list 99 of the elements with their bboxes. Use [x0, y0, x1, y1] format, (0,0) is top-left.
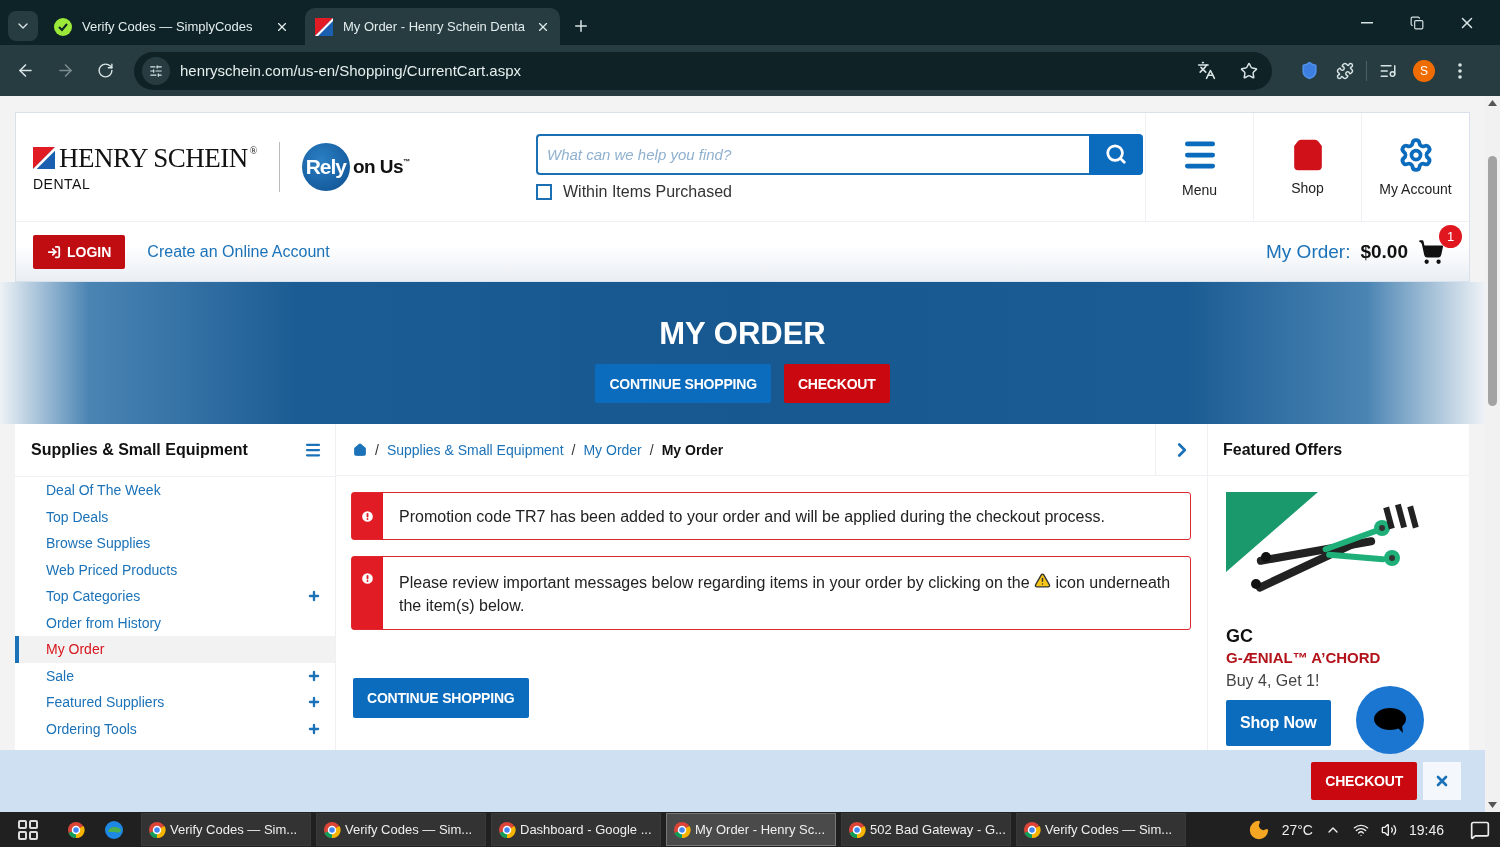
site-settings-button[interactable] — [142, 56, 170, 85]
taskbar-item[interactable]: Dashboard - Google ... — [491, 813, 661, 846]
slogan-badge: Rely — [301, 143, 350, 191]
checkbox[interactable] — [536, 183, 552, 200]
banner-button[interactable]: CONTINUE SHOPPING — [595, 364, 771, 403]
breadcrumb-separator: / — [375, 441, 379, 458]
sidebar-item[interactable]: Browse Supplies — [15, 530, 335, 557]
translate-icon[interactable] — [1197, 61, 1216, 80]
edge-icon[interactable] — [104, 819, 124, 840]
offers-title: Featured Offers — [1208, 424, 1469, 476]
sidebar-item[interactable]: Top Deals — [15, 503, 335, 530]
taskbar-item[interactable]: Verify Codes — Sim... — [316, 813, 486, 846]
offer-product: G-ÆNIAL™ A’CHORD — [1226, 649, 1382, 666]
alert-text: Promotion code TR7 has been added to your order and will be applied during the checkout process. — [398, 506, 1106, 527]
breadcrumb-current: My Order — [661, 441, 724, 458]
cart-icon[interactable] — [1418, 238, 1444, 265]
sidebar-item[interactable]: Sale — [15, 662, 335, 689]
alert-text: Please review important messages below regarding items in your order by clicking on the icon underneath the item(s) below. — [398, 571, 1172, 616]
browser-icon — [848, 820, 866, 839]
alert-icon — [360, 571, 375, 586]
order-label: My Order: — [1266, 240, 1351, 263]
login-icon — [47, 244, 61, 259]
sidebar-item[interactable]: Order from History — [15, 609, 335, 636]
shop-now-button[interactable]: Shop Now — [1226, 700, 1331, 746]
clock: 19:46 — [1408, 821, 1444, 838]
create-account-link[interactable]: Create an Online Account — [147, 242, 330, 261]
alert-icon — [360, 508, 375, 524]
breadcrumb-separator: / — [571, 441, 576, 458]
address-bar[interactable]: henryschein.com/us-en/Shopping/CurrentCart.aspx — [134, 51, 1272, 90]
expand-icon[interactable] — [307, 668, 321, 683]
sliders-icon — [149, 63, 163, 78]
taskbar-item[interactable]: 502 Bad Gateway - G... — [841, 813, 1011, 846]
warning-icon — [1034, 572, 1051, 589]
banner-button[interactable]: CHECKOUT — [783, 364, 890, 403]
checkbox-label: Within Items Purchased — [563, 182, 732, 201]
plus-icon — [572, 17, 590, 35]
registered-mark: ® — [249, 144, 257, 156]
volume-icon[interactable] — [1380, 821, 1397, 838]
start-icon[interactable] — [16, 817, 40, 842]
favicon-icon — [54, 17, 72, 36]
offer-brand: GC — [1226, 626, 1254, 647]
favicon-icon — [315, 17, 333, 36]
browser-icon — [673, 820, 691, 839]
menu-icon[interactable] — [304, 441, 322, 459]
sidebar-item[interactable]: My Order — [15, 636, 335, 663]
order-total: $0.00 — [1360, 240, 1408, 263]
bookmark-star-icon[interactable] — [1240, 61, 1258, 80]
notifications-icon[interactable] — [1470, 819, 1490, 840]
search-icon — [1105, 143, 1127, 165]
search-field[interactable]: What can we help you find? — [536, 133, 1089, 175]
breadcrumb-link[interactable]: My Order — [583, 441, 642, 458]
browser-tab[interactable]: My Order - Henry Schein Denta — [305, 8, 560, 45]
login-button[interactable]: LOGIN — [33, 234, 126, 269]
search-button[interactable] — [1089, 133, 1143, 175]
more-icon — [1458, 62, 1462, 79]
browser-icon[interactable] — [67, 820, 85, 839]
sidebar-item[interactable]: Ordering Tools — [15, 715, 335, 742]
browser-icon — [1023, 820, 1041, 839]
scroll-down-icon[interactable] — [1488, 802, 1497, 808]
browser-icon — [498, 820, 516, 839]
breadcrumb-link[interactable]: Supplies & Small Equipment — [386, 441, 564, 458]
expand-icon[interactable] — [307, 695, 321, 710]
browser-tab[interactable]: Verify Codes — SimplyCodes — [44, 8, 299, 45]
puzzle-icon — [1336, 61, 1354, 80]
continue-shopping-button[interactable]: CONTINUE SHOPPING — [353, 678, 529, 718]
browser-icon — [323, 820, 341, 839]
expand-icon[interactable] — [307, 721, 321, 736]
minimize-icon — [1361, 21, 1373, 24]
close-icon — [1434, 773, 1450, 789]
sidebar-item[interactable]: Featured Suppliers — [15, 689, 335, 716]
temperature: 27°C — [1281, 821, 1313, 838]
slogan-text: on Us — [352, 156, 404, 178]
cart-count-badge: 1 — [1439, 224, 1462, 248]
taskbar-item[interactable]: Verify Codes — Sim... — [141, 813, 311, 846]
chat-bubble-icon — [1373, 707, 1407, 733]
expand-icon[interactable] — [307, 589, 321, 604]
checkout-button[interactable]: CHECKOUT — [1311, 762, 1417, 800]
logo-flag-icon — [33, 146, 55, 169]
breadcrumb-separator: / — [649, 441, 654, 458]
restore-icon — [1410, 15, 1424, 30]
home-icon[interactable] — [353, 442, 367, 457]
scroll-up-icon[interactable] — [1488, 100, 1497, 106]
weather-moon-icon — [1247, 818, 1270, 841]
tab-list-button[interactable] — [8, 11, 38, 41]
reload-icon — [96, 62, 114, 79]
sidebar-item[interactable]: Deal Of The Week — [15, 477, 335, 504]
taskbar-item[interactable]: My Order - Henry Sc... — [666, 813, 836, 846]
close-button[interactable] — [1423, 762, 1461, 800]
brand-name: HENRY SCHEIN — [59, 142, 248, 174]
shield-icon — [1299, 61, 1319, 80]
sidebar-item[interactable]: Web Priced Products — [15, 556, 335, 583]
sidebar-title: Supplies & Small Equipment — [31, 441, 248, 459]
browser-icon — [148, 820, 166, 839]
offer-promo: Buy 4, Get 1! — [1226, 672, 1321, 690]
sidebar-item[interactable]: Top Categories — [15, 583, 335, 610]
page-title: MY ORDER — [659, 316, 826, 352]
taskbar-item[interactable]: Verify Codes — Sim... — [1016, 813, 1186, 846]
brand-division: DENTAL — [33, 175, 92, 192]
scrollbar-thumb[interactable] — [1488, 156, 1497, 406]
